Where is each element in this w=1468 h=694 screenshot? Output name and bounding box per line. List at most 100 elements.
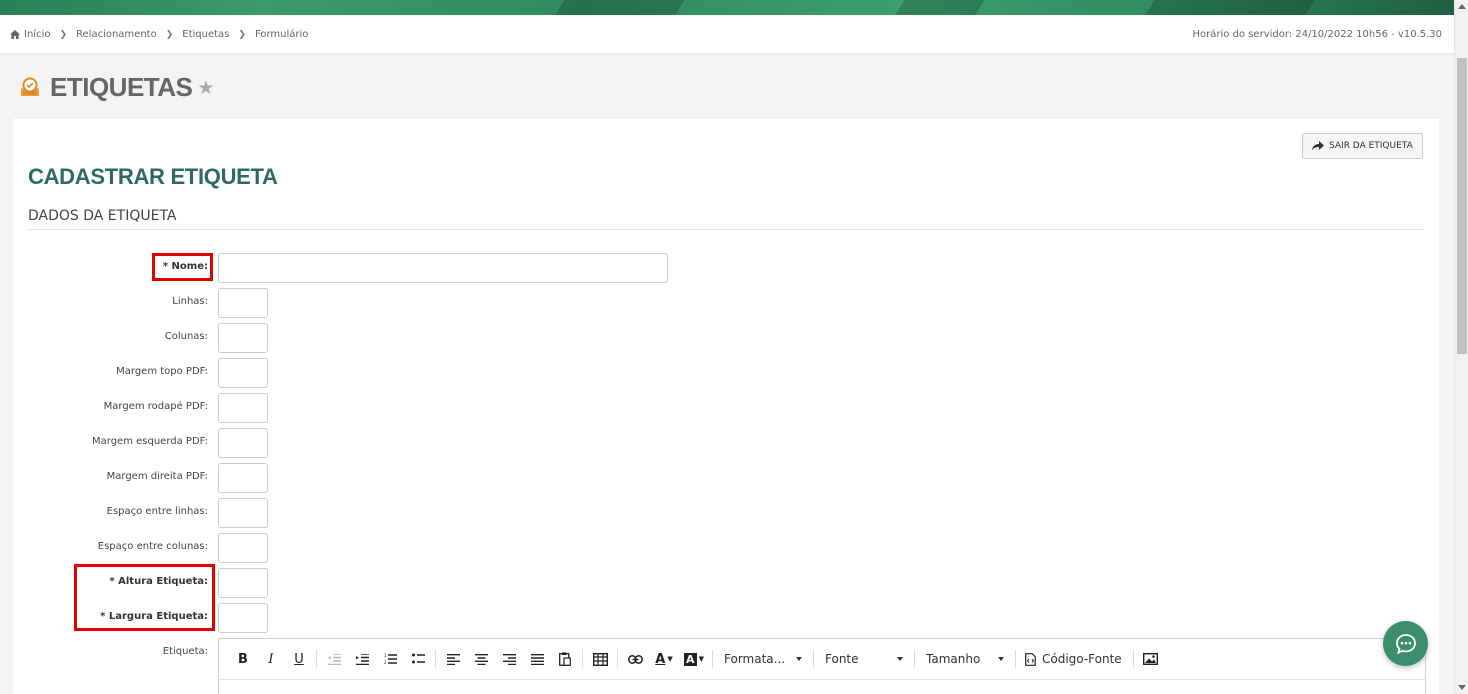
margem-esquerda-input[interactable]: [218, 428, 268, 458]
format-select[interactable]: Formata...: [716, 645, 810, 673]
largura-input[interactable]: [218, 603, 268, 633]
toolbar-separator: [914, 650, 915, 668]
chevron-right-icon: ❯: [238, 29, 246, 40]
background-color-icon: A: [684, 652, 697, 666]
page-title: ETIQUETAS: [50, 72, 193, 102]
chevron-right-icon: ❯: [59, 29, 68, 40]
server-time: Horário do servidor: 24/10/2022 10h56 - …: [1192, 29, 1442, 40]
underline-button[interactable]: U: [285, 645, 313, 673]
numbered-list-icon[interactable]: 12: [376, 645, 404, 673]
toolbar-separator: [316, 650, 317, 668]
exit-label-button[interactable]: SAIR DA ETIQUETA: [1302, 133, 1423, 159]
align-right-icon[interactable]: [495, 645, 523, 673]
font-select-value: Fonte: [825, 652, 859, 666]
align-left-icon[interactable]: [439, 645, 467, 673]
outdent-icon[interactable]: [320, 645, 348, 673]
nome-input[interactable]: [218, 253, 668, 283]
espaco-linhas-label: Espaço entre linhas:: [106, 506, 208, 517]
exit-button-label: SAIR DA ETIQUETA: [1329, 141, 1413, 151]
colunas-label: Colunas:: [164, 331, 208, 342]
chat-button[interactable]: [1383, 621, 1428, 666]
required-highlight-box: [152, 253, 213, 281]
form-title: CADASTRAR ETIQUETA: [28, 164, 278, 189]
chevron-down-icon: ▼: [698, 655, 704, 663]
editor-toolbar: B I U 12 A ▼ A ▼ Formata... Fonte Tamanh…: [219, 639, 1425, 680]
chevron-down-icon: [897, 657, 903, 661]
breadcrumb-item-relacionamento[interactable]: Relacionamento: [76, 29, 157, 40]
form-card: SAIR DA ETIQUETA CADASTRAR ETIQUETA DADO…: [13, 119, 1439, 694]
chevron-down-icon: [998, 657, 1004, 661]
bold-button[interactable]: B: [229, 645, 257, 673]
toolbar-separator: [1132, 650, 1134, 668]
espaco-linhas-input[interactable]: [218, 498, 268, 528]
paste-icon[interactable]: [551, 645, 579, 673]
top-brand-bar: [0, 0, 1454, 15]
italic-button[interactable]: I: [257, 645, 285, 673]
toolbar-separator: [813, 650, 814, 668]
espaco-colunas-label: Espaço entre colunas:: [97, 541, 208, 552]
breadcrumb-bar: Início ❯ Relacionamento ❯ Etiquetas ❯ Fo…: [0, 15, 1454, 53]
brand-bar-stripe: [895, 0, 985, 15]
align-justify-icon[interactable]: [523, 645, 551, 673]
text-color-button[interactable]: A ▼: [649, 645, 679, 673]
linhas-label: Linhas:: [172, 296, 208, 307]
table-icon[interactable]: [586, 645, 614, 673]
link-icon[interactable]: [621, 645, 649, 673]
breadcrumb-item-inicio[interactable]: Início: [24, 29, 50, 40]
toolbar-separator: [582, 650, 583, 668]
label-module-icon: [21, 77, 39, 96]
align-center-icon[interactable]: [467, 645, 495, 673]
colunas-input[interactable]: [218, 323, 268, 353]
brand-bar-stripe: [1145, 0, 1315, 15]
margem-rodape-input[interactable]: [218, 393, 268, 423]
breadcrumb-item-etiquetas[interactable]: Etiquetas: [182, 29, 229, 40]
toolbar-separator: [1015, 650, 1016, 668]
chevron-right-icon: ❯: [165, 29, 174, 40]
bullet-list-icon[interactable]: [404, 645, 432, 673]
chat-bubble-icon: [1395, 633, 1416, 654]
brand-bar-stripe: [555, 0, 685, 15]
size-select[interactable]: Tamanho: [918, 645, 1012, 673]
size-select-value: Tamanho: [926, 652, 981, 666]
altura-input[interactable]: [218, 568, 268, 598]
margem-topo-label: Margem topo PDF:: [116, 366, 208, 377]
toolbar-separator: [617, 650, 618, 668]
format-select-value: Formata...: [724, 652, 786, 666]
svg-text:1: 1: [384, 653, 387, 658]
background-color-button[interactable]: A ▼: [679, 645, 709, 673]
favorite-star-icon[interactable]: ★: [197, 77, 214, 99]
chevron-down-icon: [796, 657, 802, 661]
espaco-colunas-input[interactable]: [218, 533, 268, 563]
source-code-icon: [1025, 652, 1036, 666]
font-select[interactable]: Fonte: [817, 645, 911, 673]
source-code-label: Código-Fonte: [1042, 652, 1122, 666]
margem-esquerda-label: Margem esquerda PDF:: [92, 436, 208, 447]
svg-text:2: 2: [384, 660, 387, 665]
section-title: DADOS DA ETIQUETA: [28, 208, 177, 224]
scrollbar-thumb[interactable]: [1457, 58, 1467, 354]
share-arrow-icon: [1312, 141, 1324, 151]
linhas-input[interactable]: [218, 288, 268, 318]
source-code-button[interactable]: Código-Fonte: [1019, 645, 1130, 673]
toolbar-separator: [712, 650, 713, 668]
margem-rodape-label: Margem rodapé PDF:: [103, 401, 208, 412]
required-highlight-box: [74, 564, 215, 631]
etiqueta-label: Etiqueta:: [162, 646, 208, 657]
margem-direita-label: Margem direita PDF:: [106, 471, 208, 482]
section-divider: [28, 229, 1424, 230]
margem-topo-input[interactable]: [218, 358, 268, 388]
chevron-down-icon: ▼: [667, 655, 673, 663]
page-header: ETIQUETAS ★: [18, 72, 214, 103]
margem-direita-input[interactable]: [218, 463, 268, 493]
breadcrumb-item-formulario: Formulário: [254, 29, 309, 40]
image-icon[interactable]: [1137, 645, 1165, 673]
toolbar-separator: [435, 650, 436, 668]
scroll-down-arrow-icon[interactable]: [1458, 685, 1466, 690]
text-color-icon: A: [655, 651, 666, 667]
home-icon: [10, 30, 20, 39]
scroll-up-arrow-icon[interactable]: [1458, 4, 1466, 9]
rich-text-editor[interactable]: B I U 12 A ▼ A ▼ Formata... Fonte Tamanh…: [218, 638, 1426, 694]
vertical-scrollbar[interactable]: [1454, 0, 1468, 694]
indent-icon[interactable]: [348, 645, 376, 673]
breadcrumb: Início ❯ Relacionamento ❯ Etiquetas ❯ Fo…: [10, 29, 308, 40]
